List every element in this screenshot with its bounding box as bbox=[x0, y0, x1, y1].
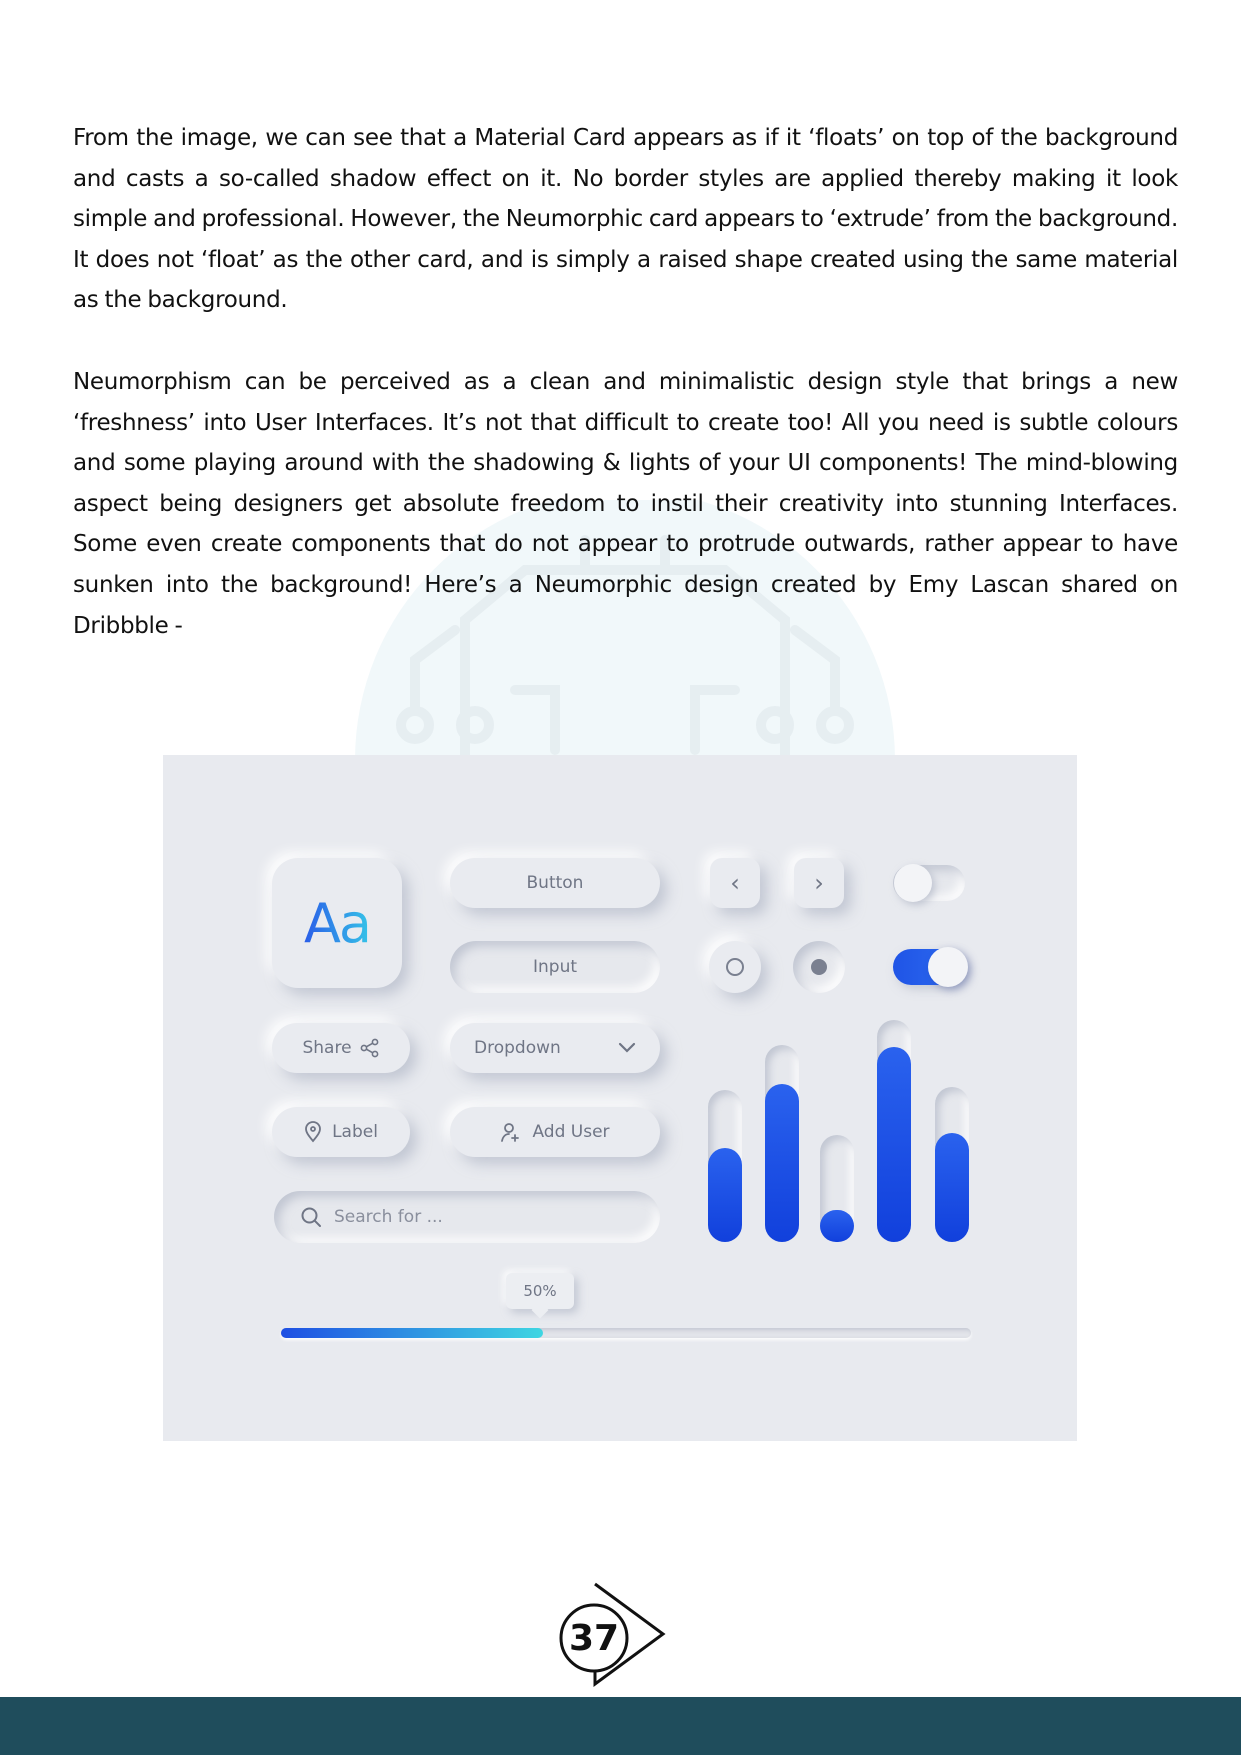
footer-bar bbox=[0, 1697, 1241, 1755]
share-button-label: Share bbox=[302, 1038, 352, 1058]
share-button: Share bbox=[272, 1023, 410, 1073]
bar-slider-fill bbox=[877, 1047, 911, 1242]
chevron-right-icon: › bbox=[814, 869, 824, 897]
page-number: 37 bbox=[568, 1617, 620, 1659]
radio-ring-icon bbox=[726, 958, 744, 976]
add-user-label: Add User bbox=[532, 1122, 610, 1142]
progress-tooltip: 50% bbox=[506, 1273, 574, 1309]
share-icon bbox=[360, 1038, 380, 1058]
prev-arrow-button: ‹ bbox=[710, 858, 760, 908]
dropdown-button: Dropdown bbox=[450, 1023, 660, 1073]
body-paragraph-1: From the image, we can see that a Materi… bbox=[73, 125, 1178, 314]
radio-dot-icon bbox=[811, 959, 827, 975]
location-pin-icon bbox=[304, 1121, 322, 1143]
progress-label: 50% bbox=[523, 1282, 557, 1300]
chevron-down-icon bbox=[618, 1042, 636, 1054]
radio-unchecked bbox=[709, 941, 761, 993]
toggle-off-knob bbox=[894, 864, 932, 902]
page-number-badge: 37 bbox=[557, 1581, 667, 1687]
bar-slider-fill bbox=[935, 1133, 969, 1242]
search-field: Search for ... bbox=[274, 1191, 660, 1243]
typography-card: Aa bbox=[272, 858, 402, 988]
bar-slider-fill bbox=[765, 1084, 799, 1242]
sample-input: Input bbox=[450, 941, 660, 993]
add-user-icon bbox=[500, 1121, 522, 1143]
bar-slider-fill bbox=[820, 1210, 854, 1242]
bar-slider-fill bbox=[708, 1148, 742, 1242]
search-placeholder: Search for ... bbox=[334, 1207, 443, 1227]
progress-bar bbox=[281, 1328, 971, 1338]
body-paragraph-2: Neumorphism can be perceived as a clean … bbox=[73, 369, 1178, 639]
sample-button-label: Button bbox=[526, 873, 584, 893]
sample-input-label: Input bbox=[532, 957, 578, 977]
chevron-left-icon: ‹ bbox=[730, 869, 740, 897]
next-arrow-button: › bbox=[794, 858, 844, 908]
search-icon bbox=[300, 1206, 322, 1228]
typography-sample: Aa bbox=[303, 891, 372, 955]
dropdown-label: Dropdown bbox=[474, 1038, 561, 1058]
radio-checked bbox=[793, 941, 845, 993]
toggle-on-knob bbox=[928, 947, 968, 987]
add-user-button: Add User bbox=[450, 1107, 660, 1157]
sample-button: Button bbox=[450, 858, 660, 908]
progress-fill bbox=[281, 1328, 544, 1338]
label-chip-text: Label bbox=[332, 1122, 378, 1142]
neumorphic-ui-figure: Aa Button Input Share Dropdown Label Add… bbox=[163, 755, 1077, 1441]
label-chip: Label bbox=[272, 1107, 410, 1157]
